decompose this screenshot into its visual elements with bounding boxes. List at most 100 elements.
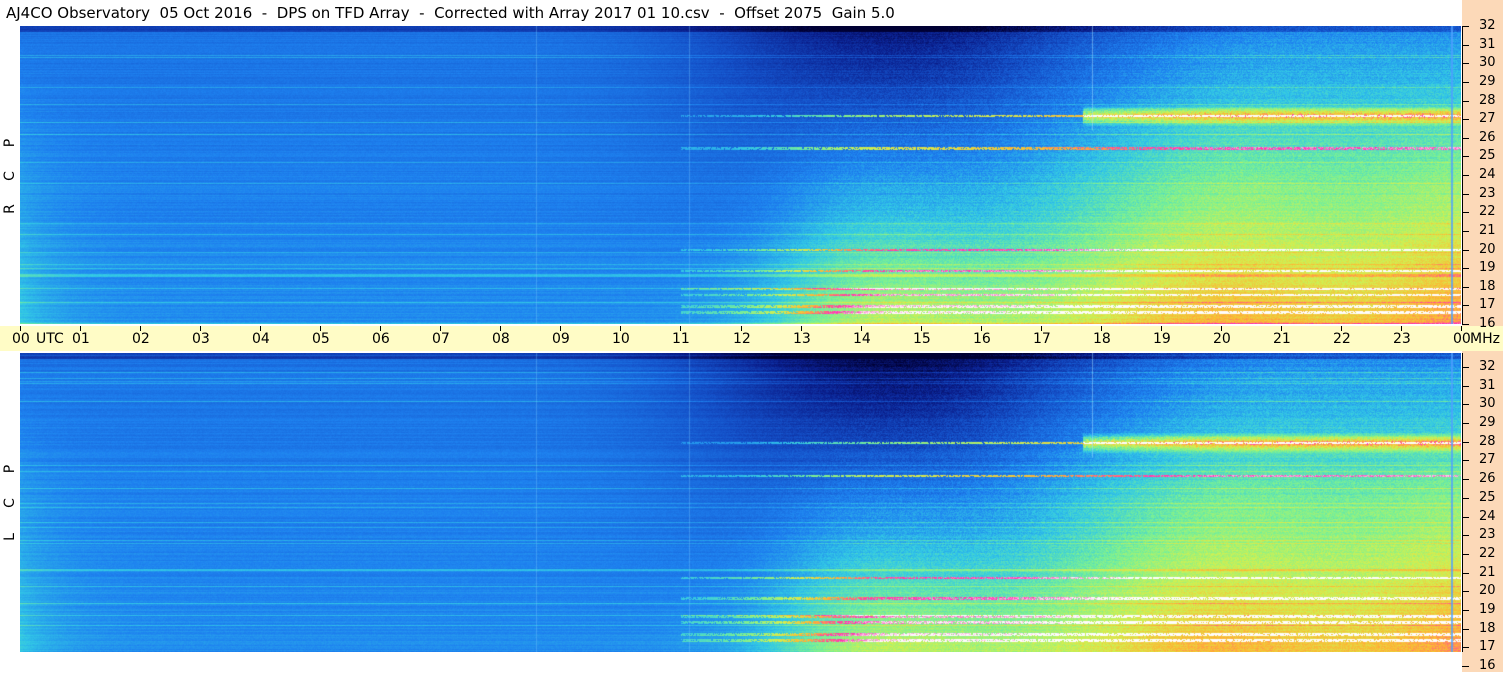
time-tick-label: 15 (913, 331, 931, 347)
freq-unit-label: MHz (1470, 331, 1500, 347)
freq-tick-label: 23 (1479, 527, 1496, 542)
freq-tick (1462, 305, 1469, 306)
rcp-letter: P (2, 138, 18, 148)
frequency-scale-bottom: 16 17 18 19 20 21 22 23 24 25 26 27 28 29 30 31 32 (1462, 351, 1503, 673)
freq-tick-label: 20 (1479, 583, 1496, 598)
freq-tick-label: 18 (1479, 621, 1496, 636)
freq-tick-label: 23 (1479, 186, 1496, 201)
freq-tick-label: 32 (1479, 18, 1496, 33)
freq-tick (1462, 479, 1469, 480)
freq-tick (1462, 119, 1469, 120)
freq-tick-label: 24 (1479, 167, 1496, 182)
freq-tick (1462, 82, 1469, 83)
time-tick-label: 19 (1153, 331, 1171, 347)
freq-tick (1462, 63, 1469, 64)
freq-tick-label: 21 (1479, 223, 1496, 238)
time-tick-label: 10 (612, 331, 630, 347)
freq-tick (1462, 386, 1469, 387)
freq-tick-label: 16 (1479, 316, 1496, 331)
freq-tick-label: 32 (1479, 359, 1496, 374)
freq-tick-label: 19 (1479, 602, 1496, 617)
freq-tick-label: 31 (1479, 378, 1496, 393)
time-tick-label: 02 (132, 331, 150, 347)
freq-tick-label: 22 (1479, 204, 1496, 219)
time-tick-label: 20 (1213, 331, 1231, 347)
freq-tick (1462, 404, 1469, 405)
time-tick-label: 08 (492, 331, 510, 347)
freq-tick (1462, 460, 1469, 461)
freq-tick (1462, 268, 1469, 269)
page-title: AJ4CO Observatory 05 Oct 2016 - DPS on T… (6, 4, 895, 22)
freq-tick (1462, 629, 1469, 630)
rcp-label: P C R (2, 130, 18, 220)
freq-tick (1462, 647, 1469, 648)
freq-tick-label: 28 (1479, 434, 1496, 449)
time-tick-label: 21 (1273, 331, 1291, 347)
rcp-spectrogram-canvas (20, 26, 1461, 324)
freq-tick (1462, 591, 1469, 592)
freq-tick (1462, 535, 1469, 536)
freq-tick (1462, 194, 1469, 195)
time-tick-label: 23 (1393, 331, 1411, 347)
lcp-label: P C L (2, 458, 18, 548)
freq-tick (1462, 26, 1469, 27)
lcp-letter: C (2, 498, 18, 508)
freq-tick (1462, 573, 1469, 574)
time-tick-label: 04 (252, 331, 270, 347)
freq-tick-label: 18 (1479, 279, 1496, 294)
time-tick-label: 11 (672, 331, 690, 347)
time-tick-label: 00 (1453, 331, 1471, 347)
lcp-letter: L (2, 533, 18, 541)
freq-tick (1462, 610, 1469, 611)
freq-tick (1462, 156, 1469, 157)
freq-tick (1462, 554, 1469, 555)
freq-tick (1462, 212, 1469, 213)
freq-tick (1462, 498, 1469, 499)
freq-tick (1462, 101, 1469, 102)
freq-tick-label: 26 (1479, 471, 1496, 486)
frequency-scale-top: 16 17 18 19 20 21 22 23 24 25 26 27 28 29 30 31 32 (1462, 0, 1503, 331)
time-tick-label: 13 (793, 331, 811, 347)
time-tick-label: 01 (72, 331, 90, 347)
freq-tick (1462, 175, 1469, 176)
rcp-spectrogram (20, 26, 1461, 324)
freq-tick-label: 19 (1479, 260, 1496, 275)
freq-tick (1462, 250, 1469, 251)
time-tick-label: 09 (552, 331, 570, 347)
freq-tick-label: 30 (1479, 55, 1496, 70)
time-tick-label: 14 (853, 331, 871, 347)
freq-tick-label: 28 (1479, 93, 1496, 108)
freq-tick (1462, 138, 1469, 139)
time-tick-label: 03 (192, 331, 210, 347)
time-tick-label: 00 (12, 331, 30, 347)
freq-tick-label: 29 (1479, 74, 1496, 89)
freq-tick-label: 31 (1479, 37, 1496, 52)
freq-tick (1462, 287, 1469, 288)
freq-tick-label: 27 (1479, 452, 1496, 467)
freq-tick-label: 22 (1479, 546, 1496, 561)
freq-tick-label: 26 (1479, 130, 1496, 145)
freq-tick-label: 25 (1479, 148, 1496, 163)
rcp-letter: R (2, 204, 18, 214)
freq-tick-label: 24 (1479, 509, 1496, 524)
freq-tick (1462, 517, 1469, 518)
lcp-spectrogram-canvas (20, 353, 1461, 652)
time-tick-label: 16 (973, 331, 991, 347)
freq-tick-label: 17 (1479, 639, 1496, 654)
time-tick-label: 12 (733, 331, 751, 347)
freq-tick (1462, 442, 1469, 443)
freq-tick (1462, 666, 1469, 667)
time-tick-label: 18 (1093, 331, 1111, 347)
freq-tick-label: 29 (1479, 415, 1496, 430)
freq-tick-label: 21 (1479, 565, 1496, 580)
lcp-letter: P (2, 464, 18, 474)
time-unit-label: UTC (36, 331, 64, 347)
freq-tick (1462, 423, 1469, 424)
time-tick-label: 05 (312, 331, 330, 347)
freq-tick-label: 20 (1479, 242, 1496, 257)
freq-tick-label: 25 (1479, 490, 1496, 505)
freq-tick (1462, 45, 1469, 46)
time-tick-label: 17 (1033, 331, 1051, 347)
freq-tick-label: 16 (1479, 658, 1496, 673)
freq-tick-label: 17 (1479, 297, 1496, 312)
